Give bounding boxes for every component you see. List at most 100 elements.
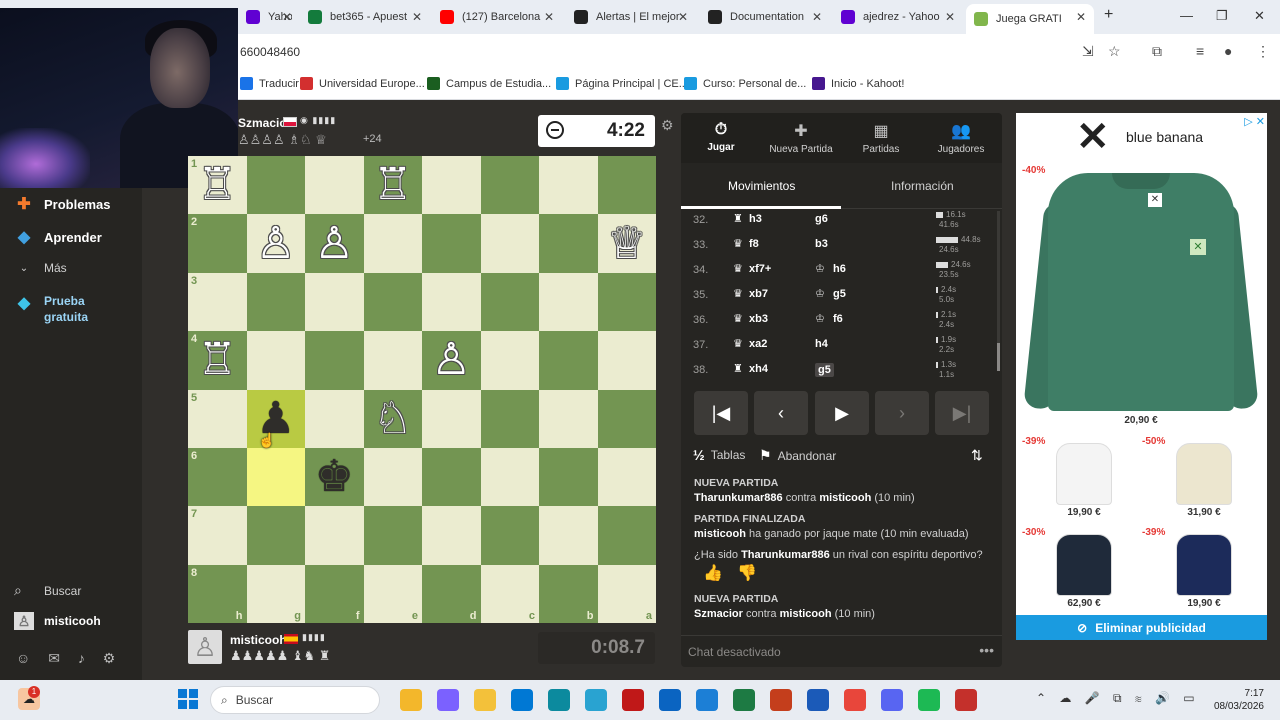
- product-thumbnail[interactable]: [1164, 531, 1244, 599]
- board-square[interactable]: [422, 214, 481, 273]
- thumbs-up-icon[interactable]: 👍: [703, 565, 723, 582]
- board-square[interactable]: f: [305, 564, 364, 623]
- board-square[interactable]: [597, 506, 656, 565]
- star-icon[interactable]: ☆: [1108, 43, 1121, 60]
- file-explorer-icon[interactable]: [400, 689, 422, 711]
- board-square[interactable]: [539, 156, 598, 215]
- sidebar-item-prueba[interactable]: ◆ Prueba gratuita: [14, 293, 124, 325]
- board-square[interactable]: 8h: [188, 564, 247, 623]
- board-square[interactable]: ♖: [363, 156, 422, 215]
- board-square[interactable]: [305, 331, 364, 390]
- board-square[interactable]: ♘: [363, 389, 422, 448]
- ad-close-icon[interactable]: ▷ ✕: [1244, 115, 1265, 128]
- bookmark-item[interactable]: Página Principal | CE...: [556, 77, 688, 90]
- white-move[interactable]: xa2: [749, 338, 767, 350]
- board-square[interactable]: [246, 331, 305, 390]
- board-square[interactable]: [422, 389, 481, 448]
- thumbs-down-icon[interactable]: 👎: [737, 565, 757, 582]
- product-thumbnail[interactable]: [1044, 440, 1124, 508]
- close-tab-icon[interactable]: ✕: [282, 10, 292, 24]
- bookmark-item[interactable]: Traducir: [240, 77, 299, 90]
- browser-tab[interactable]: Alertas | El mejor ✕: [566, 4, 696, 30]
- board-square[interactable]: d: [422, 564, 481, 623]
- board-square[interactable]: [363, 506, 422, 565]
- chrome-icon[interactable]: [844, 689, 866, 711]
- vpn-icon[interactable]: [696, 689, 718, 711]
- board-square[interactable]: [363, 272, 422, 332]
- url-field[interactable]: 660048460: [240, 45, 300, 59]
- board-square[interactable]: ♙: [305, 214, 364, 273]
- board-square[interactable]: [246, 506, 305, 565]
- board-square[interactable]: [363, 447, 422, 507]
- board-square[interactable]: [246, 447, 305, 507]
- white-move[interactable]: xb7: [749, 288, 768, 300]
- board-square[interactable]: [539, 214, 598, 273]
- black-move[interactable]: h6: [833, 263, 846, 275]
- tab-informacion[interactable]: Información: [891, 179, 954, 193]
- board-square[interactable]: 7: [188, 506, 247, 565]
- excel-icon[interactable]: [733, 689, 755, 711]
- panel-tab[interactable]: 👥 Jugadores: [921, 121, 1001, 155]
- tab-movimientos[interactable]: Movimientos: [728, 179, 795, 193]
- board-square[interactable]: [422, 447, 481, 507]
- chat-input[interactable]: Chat desactivado: [688, 645, 781, 659]
- bookmark-item[interactable]: Inicio - Kahoot!: [812, 77, 904, 90]
- board-square[interactable]: b: [539, 564, 598, 623]
- board-square[interactable]: [480, 447, 539, 507]
- board-square[interactable]: [539, 389, 598, 448]
- sidebar-item-problemas[interactable]: ✚ Problemas: [14, 194, 110, 214]
- board-settings-icon[interactable]: ⚙: [661, 117, 674, 134]
- board-square[interactable]: 4 ♖: [188, 331, 247, 390]
- folder-icon[interactable]: [474, 689, 496, 711]
- black-move[interactable]: g5: [815, 363, 834, 377]
- last-move-button[interactable]: ▶|: [935, 391, 989, 435]
- player-name[interactable]: misticooh: [230, 633, 287, 647]
- browser-tab[interactable]: Documentation ✕: [700, 4, 830, 30]
- board-square[interactable]: 6: [188, 447, 247, 507]
- board-square[interactable]: ♚: [305, 447, 364, 507]
- board-square[interactable]: ♕: [597, 214, 656, 273]
- board-square[interactable]: [422, 272, 481, 332]
- remove-ads-button[interactable]: ⊘ Eliminar publicidad: [1016, 615, 1267, 640]
- menu-icon[interactable]: ⋮: [1256, 43, 1270, 60]
- board-square[interactable]: [539, 447, 598, 507]
- close-tab-icon[interactable]: ✕: [1076, 10, 1086, 24]
- white-move[interactable]: xf7+: [749, 263, 771, 275]
- board-square[interactable]: [597, 331, 656, 390]
- play-button[interactable]: ▶: [815, 391, 869, 435]
- outlook-icon[interactable]: [659, 689, 681, 711]
- chess-app-icon[interactable]: [955, 689, 977, 711]
- board-square[interactable]: 2: [188, 214, 247, 273]
- board-square[interactable]: [246, 272, 305, 332]
- close-tab-icon[interactable]: ✕: [412, 10, 422, 24]
- bookmark-item[interactable]: Universidad Europe...: [300, 77, 425, 90]
- chess-piece[interactable]: ♕: [607, 221, 646, 266]
- extensions-icon[interactable]: ⧉: [1152, 43, 1162, 60]
- browser-tab[interactable]: ajedrez - Yahoo ✕: [833, 4, 963, 30]
- browser-tab[interactable]: bet365 - Apuest ✕: [300, 4, 430, 30]
- board-square[interactable]: [305, 272, 364, 332]
- board-square[interactable]: [480, 214, 539, 273]
- board-square[interactable]: 1 ♖: [188, 156, 247, 215]
- board-square[interactable]: [539, 331, 598, 390]
- black-move[interactable]: b3: [815, 238, 828, 250]
- board-square[interactable]: ♙: [422, 331, 481, 390]
- board-square[interactable]: g: [246, 564, 305, 623]
- board-square[interactable]: ♟: [246, 389, 305, 448]
- gear-icon[interactable]: ⚙: [103, 650, 116, 666]
- discord-icon[interactable]: [881, 689, 903, 711]
- sidebar-search[interactable]: ⌕ Buscar: [14, 582, 81, 599]
- black-move[interactable]: h4: [815, 338, 828, 350]
- board-square[interactable]: [363, 331, 422, 390]
- new-tab-button[interactable]: +: [1104, 6, 1113, 24]
- board-square[interactable]: [480, 272, 539, 332]
- bookmark-item[interactable]: Campus de Estudia...: [427, 77, 551, 90]
- close-window-icon[interactable]: ✕: [1254, 8, 1265, 24]
- chess-piece[interactable]: ♖: [373, 163, 412, 207]
- draw-button[interactable]: ½ Tablas: [693, 447, 745, 463]
- spotify-icon[interactable]: [918, 689, 940, 711]
- board-square[interactable]: [305, 389, 364, 448]
- board-square[interactable]: 3: [188, 272, 247, 332]
- board-square[interactable]: 5: [188, 389, 247, 448]
- board-square[interactable]: [480, 156, 539, 215]
